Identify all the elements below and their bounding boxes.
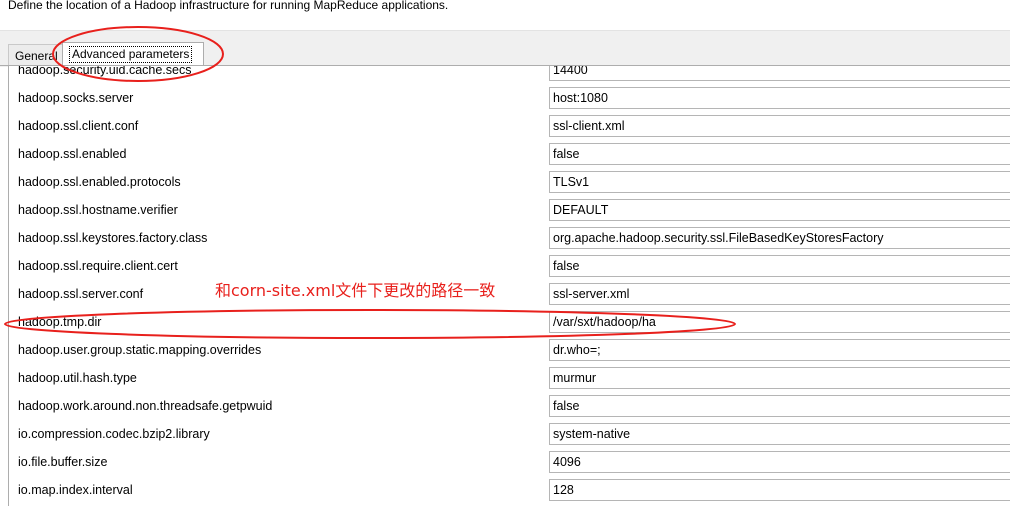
param-value-input[interactable] xyxy=(549,367,1010,389)
param-value-input[interactable] xyxy=(549,171,1010,193)
table-row: hadoop.ssl.server.conf xyxy=(9,280,1010,308)
param-name: hadoop.ssl.enabled.protocols xyxy=(18,175,181,189)
param-name: hadoop.ssl.enabled xyxy=(18,147,127,161)
page-description: Define the location of a Hadoop infrastr… xyxy=(8,0,449,12)
tab-general[interactable]: General xyxy=(8,44,64,66)
param-value-input[interactable] xyxy=(549,227,1010,249)
param-name: io.compression.codec.bzip2.library xyxy=(18,427,210,441)
param-name: hadoop.tmp.dir xyxy=(18,315,102,329)
param-value-input[interactable] xyxy=(549,339,1010,361)
param-value-input[interactable] xyxy=(549,115,1010,137)
param-name: io.map.index.interval xyxy=(18,483,133,497)
table-row: io.file.buffer.size xyxy=(9,448,1010,476)
annotation-note: 和corn-site.xml文件下更改的路径一致 xyxy=(215,281,496,300)
param-name: hadoop.socks.server xyxy=(18,91,134,105)
param-value-input[interactable] xyxy=(549,311,1010,333)
param-value-input[interactable] xyxy=(549,283,1010,305)
table-row: hadoop.ssl.client.conf xyxy=(9,112,1010,140)
param-name: hadoop.util.hash.type xyxy=(18,371,137,385)
param-name: hadoop.security.uid.cache.secs xyxy=(18,66,192,77)
table-row: hadoop.ssl.hostname.verifier xyxy=(9,196,1010,224)
param-value-input[interactable] xyxy=(549,87,1010,109)
table-row: hadoop.util.hash.type xyxy=(9,364,1010,392)
param-value-input[interactable] xyxy=(549,255,1010,277)
param-name: hadoop.ssl.require.client.cert xyxy=(18,259,178,273)
param-value-input[interactable] xyxy=(549,199,1010,221)
table-row: hadoop.security.uid.cache.secs xyxy=(9,66,1010,84)
param-value-input[interactable] xyxy=(549,143,1010,165)
table-row: hadoop.work.around.non.threadsafe.getpwu… xyxy=(9,392,1010,420)
table-row: hadoop.ssl.keystores.factory.class xyxy=(9,224,1010,252)
param-name: hadoop.ssl.server.conf xyxy=(18,287,144,301)
param-name: hadoop.user.group.static.mapping.overrid… xyxy=(18,343,262,357)
table-row: io.map.index.interval xyxy=(9,476,1010,504)
param-value-input[interactable] xyxy=(549,395,1010,417)
param-value-input[interactable] xyxy=(549,451,1010,473)
param-value-input[interactable] xyxy=(549,479,1010,501)
param-value-input[interactable] xyxy=(549,66,1010,81)
table-row: hadoop.ssl.require.client.cert xyxy=(9,252,1010,280)
param-name: hadoop.ssl.client.conf xyxy=(18,119,139,133)
tab-advanced-parameters[interactable]: Advanced parameters xyxy=(62,42,204,67)
tab-bar: General Advanced parameters xyxy=(0,30,1010,67)
table-row: io.compression.codec.bzip2.library xyxy=(9,420,1010,448)
param-name: io.file.buffer.size xyxy=(18,455,108,469)
table-row: hadoop.socks.server xyxy=(9,84,1010,112)
table-row: hadoop.user.group.static.mapping.overrid… xyxy=(9,336,1010,364)
tab-advanced-parameters-label: Advanced parameters xyxy=(69,46,193,63)
table-row: hadoop.ssl.enabled xyxy=(9,140,1010,168)
param-name: hadoop.ssl.hostname.verifier xyxy=(18,203,178,217)
table-row: hadoop.ssl.enabled.protocols xyxy=(9,168,1010,196)
param-value-input[interactable] xyxy=(549,423,1010,445)
parameters-table: hadoop.security.uid.cache.secs hadoop.so… xyxy=(8,66,1010,506)
table-row: hadoop.tmp.dir xyxy=(9,308,1010,336)
param-name: hadoop.work.around.non.threadsafe.getpwu… xyxy=(18,399,273,413)
param-name: hadoop.ssl.keystores.factory.class xyxy=(18,231,208,245)
